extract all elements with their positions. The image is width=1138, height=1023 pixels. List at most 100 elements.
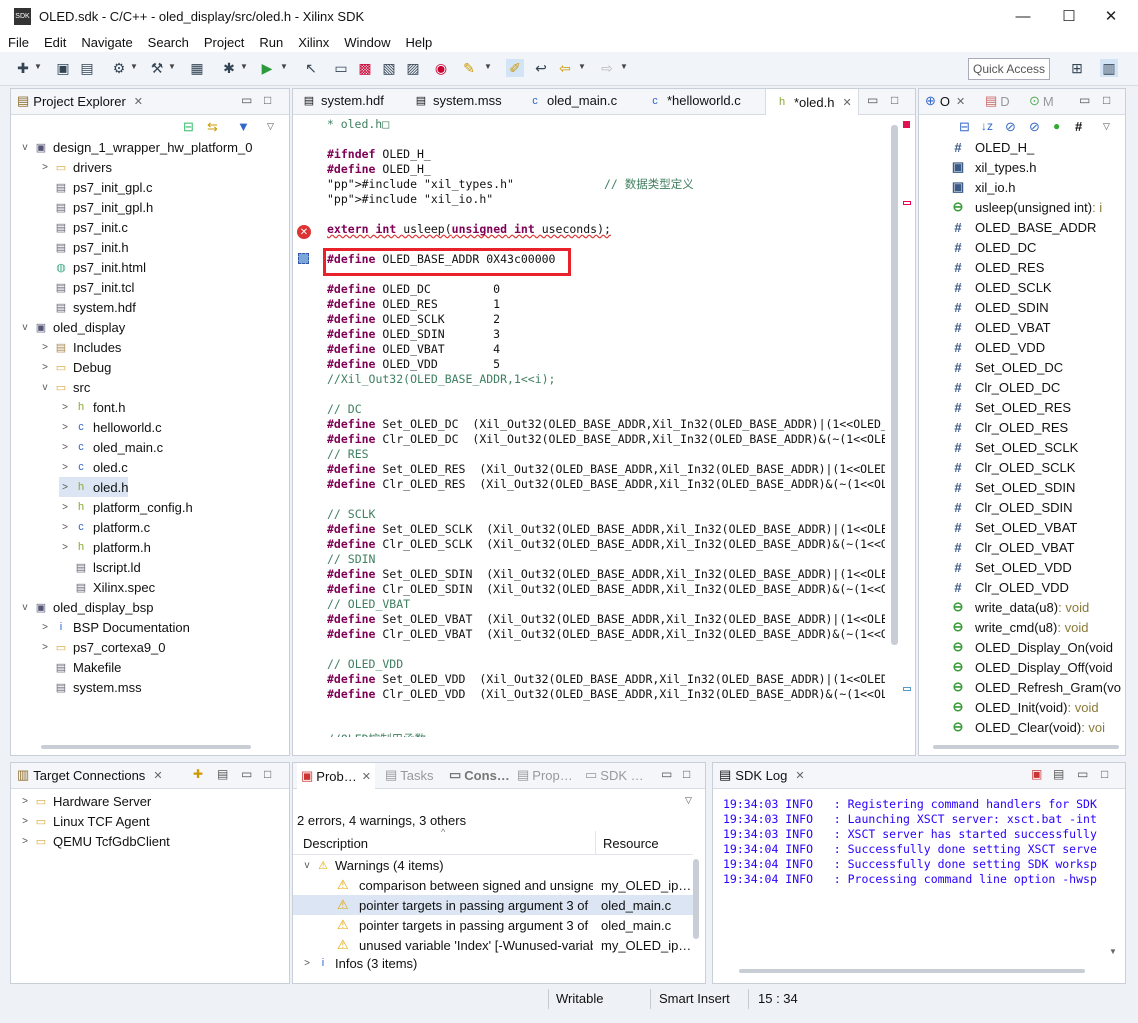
tree-item[interactable]: > i BSP Documentation (39, 617, 190, 637)
chevron-right-icon[interactable]: > (19, 836, 31, 847)
hide-nonpublic-icon[interactable]: ● (1053, 119, 1060, 133)
terminal-icon[interactable]: ▭ (332, 59, 350, 77)
tree-item[interactable]: ▤ Xilinx.spec (59, 577, 155, 597)
code-line[interactable]: #define Clr_OLED_SCLK (Xil_Out32(OLED_BA… (327, 537, 885, 552)
tab-helloworld-c[interactable]: c *helloworld.c (645, 93, 740, 108)
tree-item[interactable]: ▤ ps7_init.h (39, 237, 129, 257)
minimize-icon[interactable]: ▭ (661, 767, 672, 781)
code-line[interactable]: #define OLED_RES 1 (327, 297, 500, 312)
tree-item[interactable]: > c oled_main.c (59, 437, 163, 457)
tree-item-hardware-server[interactable]: > ▭ Hardware Server (19, 791, 151, 811)
code-line[interactable]: //OLED控制用函数 (327, 732, 426, 737)
outline-item[interactable]: # OLED_H_ (919, 137, 1034, 157)
code-line[interactable]: #define Set_OLED_RES (Xil_Out32(OLED_BAS… (327, 462, 885, 477)
sort-icon[interactable]: ↓z (981, 119, 993, 133)
code-line[interactable]: extern int usleep(unsigned int useconds)… (327, 222, 611, 237)
maximize-icon[interactable]: □ (264, 767, 271, 781)
code-line[interactable]: #define OLED_VDD 5 (327, 357, 500, 372)
tree-item[interactable]: > ▤ Includes (39, 337, 121, 357)
clear-log-icon[interactable]: ▣ (1031, 767, 1042, 781)
view-menu-icon[interactable]: ▽ (685, 795, 692, 806)
code-line[interactable]: // OLED_VDD (327, 657, 403, 672)
code-line[interactable] (327, 492, 334, 507)
filter-icon[interactable]: ▼ (237, 119, 250, 134)
tab-console[interactable]: ▭ Cons… (449, 767, 510, 783)
maximize-icon[interactable]: □ (1101, 767, 1108, 781)
tree-item[interactable]: ▤ system.hdf (39, 297, 136, 317)
chevron-right-icon[interactable]: > (39, 162, 51, 173)
tree-item[interactable]: v ▭ src (39, 377, 91, 397)
outline-item[interactable]: ▣ xil_io.h (919, 177, 1016, 197)
chevron-down-icon[interactable]: ▼ (578, 62, 586, 71)
chevron-down-icon[interactable]: ▼ (280, 62, 288, 71)
tree-item[interactable]: > ▭ drivers (39, 157, 112, 177)
code-line[interactable]: #define Clr_OLED_SDIN (Xil_Out32(OLED_BA… (327, 582, 885, 597)
problem-row[interactable]: ⚠ pointer targets in passing argument 3 o… (293, 915, 693, 935)
hide-macros-icon[interactable]: # (1075, 119, 1082, 134)
code-line[interactable]: #define Set_OLED_SCLK (Xil_Out32(OLED_BA… (327, 522, 885, 537)
chevron-right-icon[interactable]: > (59, 402, 71, 413)
tree-item[interactable]: ▤ Makefile (39, 657, 122, 677)
program-icon[interactable]: ▧ (380, 59, 398, 77)
tab-system-mss[interactable]: ▤ system.mss (411, 93, 502, 108)
problem-row[interactable]: ⚠ unused variable 'Index' [-Wunused-varia… (293, 935, 693, 955)
cursor-icon[interactable]: ↖ (302, 59, 320, 77)
build-hammer-icon[interactable]: ⚒ (148, 59, 166, 77)
code-line[interactable]: //Xil_Out32(OLED_BASE_ADDR,1<<i); (327, 372, 555, 387)
cc-perspective-icon[interactable]: ▥ (1100, 59, 1118, 77)
code-line[interactable] (327, 132, 334, 147)
view-menu-icon[interactable]: ▽ (267, 121, 274, 132)
chevron-right-icon[interactable]: > (39, 342, 51, 353)
outline-item[interactable]: ⊖ OLED_Refresh_Gram(vo (919, 677, 1121, 697)
save-icon[interactable]: ▣ (54, 59, 72, 77)
tree-item[interactable]: > ▭ ps7_cortexa9_0 (39, 637, 165, 657)
tree-item[interactable]: ▤ ps7_init.tcl (39, 277, 135, 297)
outline-item[interactable]: ⊖ OLED_Display_On(void (919, 637, 1113, 657)
minimize-button[interactable]: — (1000, 0, 1046, 32)
log-settings-icon[interactable]: ▤ (1053, 767, 1064, 781)
tab-disassembly[interactable]: ▤ D (985, 93, 1010, 109)
maximize-icon[interactable]: □ (891, 93, 898, 107)
code-line[interactable]: #define OLED_SDIN 3 (327, 327, 500, 342)
code-line[interactable]: #define Set_OLED_VBAT (Xil_Out32(OLED_BA… (327, 612, 885, 627)
collapse-all-icon[interactable]: ⊟ (959, 119, 970, 135)
outline-item[interactable]: # Set_OLED_RES (919, 397, 1071, 417)
tree-item-linux-tcf-agent[interactable]: > ▭ Linux TCF Agent (19, 811, 150, 831)
code-line[interactable]: // SDIN (327, 552, 375, 567)
close-icon[interactable]: ✕ (795, 769, 804, 782)
tree-item[interactable]: ◍ ps7_init.html (39, 257, 146, 277)
chevron-right-icon[interactable]: > (19, 796, 31, 807)
outline-item[interactable]: # OLED_BASE_ADDR (919, 217, 1096, 237)
outline-item[interactable]: # OLED_DC (919, 237, 1036, 257)
chevron-right-icon[interactable]: > (59, 522, 71, 533)
chevron-down-icon[interactable]: v (19, 322, 31, 333)
menu-file[interactable]: File (8, 35, 29, 50)
chevron-down-icon[interactable]: ▼ (130, 62, 138, 71)
hide-fields-icon[interactable]: ⊘ (1005, 119, 1016, 135)
tab-system-hdf[interactable]: ▤ system.hdf (299, 93, 384, 108)
code-line[interactable]: #define OLED_DC 0 (327, 282, 500, 297)
outline-item[interactable]: # Clr_OLED_VBAT (919, 537, 1074, 557)
problem-row[interactable]: ⚠ pointer targets in passing argument 3 o… (293, 895, 693, 915)
tree-item[interactable]: > h oled.h (59, 477, 129, 497)
code-line[interactable]: "pp">#include "xil_types.h" // 数据类型定义 (327, 177, 694, 192)
outline-item[interactable]: # OLED_SCLK (919, 277, 1051, 297)
target-connections-tab[interactable]: ▥ Target Connections ✕ (17, 767, 163, 783)
overview-marker[interactable] (903, 687, 911, 691)
chevron-down-icon[interactable]: ▼ (34, 62, 42, 71)
code-line[interactable]: // RES (327, 447, 369, 462)
close-icon[interactable]: ✕ (153, 769, 162, 782)
menu-edit[interactable]: Edit (44, 35, 66, 50)
link-editor-icon[interactable]: ⇆ (207, 119, 218, 135)
overview-marker[interactable] (903, 201, 911, 205)
tree-item[interactable]: v ▣ oled_display (19, 317, 126, 337)
tree-item[interactable]: ▤ ps7_init_gpl.c (39, 177, 153, 197)
flash-icon[interactable]: ▨ (404, 59, 422, 77)
horizontal-scrollbar[interactable] (41, 745, 251, 749)
tree-item[interactable]: > c platform.c (59, 517, 150, 537)
menu-project[interactable]: Project (204, 35, 244, 50)
tab-oled-main-c[interactable]: c oled_main.c (525, 93, 617, 108)
code-line[interactable]: #ifndef OLED_H_ (327, 147, 431, 162)
sdk-log-tab[interactable]: ▤ SDK Log ✕ (719, 767, 805, 783)
outline-item[interactable]: # Set_OLED_VDD (919, 557, 1071, 577)
